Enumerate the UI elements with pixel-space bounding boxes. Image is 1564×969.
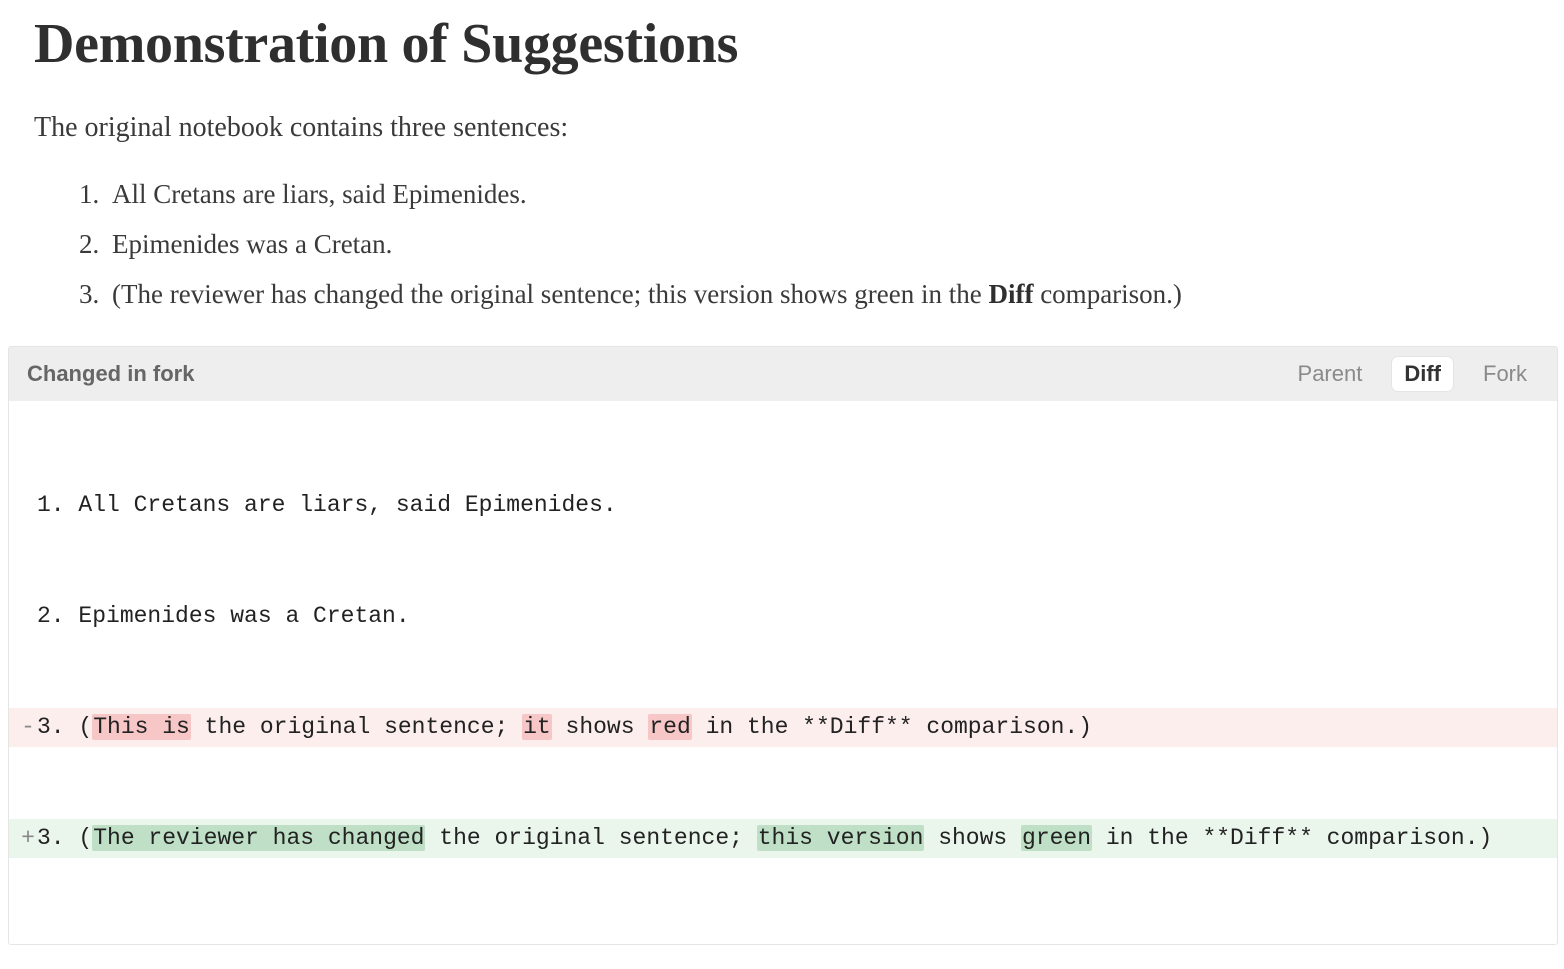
diff-text: the original sentence; [425,825,756,851]
diff-widget: Changed in fork Parent Diff Fork 1. All … [8,346,1558,945]
list-text: (The reviewer has changed the original s… [112,279,988,309]
diff-text: 3. ( [37,825,92,851]
diff-line-added: +3. (The reviewer has changed the origin… [9,819,1557,859]
list-item: Epimenides was a Cretan. [106,222,1530,268]
gutter [19,488,37,524]
diff-text: in the **Diff** comparison.) [692,714,1092,740]
diff-text: 1. All Cretans are liars, said Epimenide… [37,492,617,518]
diff-line-removed: -3. (This is the original sentence; it s… [9,708,1557,748]
tab-fork[interactable]: Fork [1471,357,1539,391]
diff-text: shows [552,714,649,740]
diff-added-token: The reviewer has changed [92,825,425,851]
page: Demonstration of Suggestions The origina… [0,12,1564,969]
diff-text: in the **Diff** comparison.) [1092,825,1492,851]
sentence-list: All Cretans are liars, said Epimenides. … [34,172,1530,318]
diff-added-token: green [1021,825,1092,851]
diff-text: shows [924,825,1021,851]
list-text: comparison.) [1033,279,1181,309]
diff-line-context: 2. Epimenides was a Cretan. [9,597,1557,637]
diff-text: 2. Epimenides was a Cretan. [37,603,410,629]
diff-removed-token: red [648,714,691,740]
diff-body: 1. All Cretans are liars, said Epimenide… [9,401,1557,944]
diff-added-token: this version [757,825,925,851]
list-item: (The reviewer has changed the original s… [106,272,1530,318]
diff-removed-token: This is [92,714,191,740]
list-item: All Cretans are liars, said Epimenides. [106,172,1530,218]
page-title: Demonstration of Suggestions [34,12,1530,76]
gutter-plus-icon: + [19,821,37,857]
diff-removed-token: it [522,714,552,740]
tab-diff[interactable]: Diff [1392,357,1453,391]
diff-text: 3. ( [37,714,92,740]
tab-parent[interactable]: Parent [1286,357,1375,391]
intro-text: The original notebook contains three sen… [34,112,1530,144]
diff-header-label: Changed in fork [27,361,194,387]
gutter [19,599,37,635]
diff-tabs: Parent Diff Fork [1286,357,1539,391]
gutter-minus-icon: - [19,710,37,746]
diff-text: the original sentence; [191,714,522,740]
bold-diff-word: Diff [988,279,1033,309]
diff-header: Changed in fork Parent Diff Fork [9,347,1557,401]
diff-line-context: 1. All Cretans are liars, said Epimenide… [9,486,1557,526]
